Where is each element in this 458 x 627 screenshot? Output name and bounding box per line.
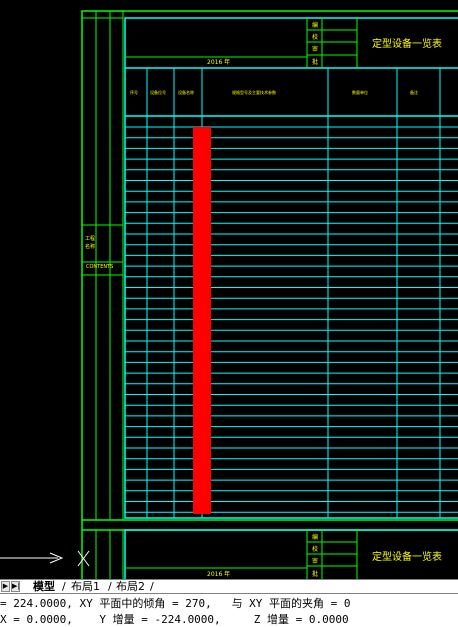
tab-separator: / bbox=[62, 580, 66, 593]
table-frame bbox=[124, 17, 458, 519]
drawing-title: 定型设备一览表 bbox=[372, 37, 442, 50]
header-row: 序号 设备位号 设备名称 规格型号及主要技术参数 数量单位 备注 bbox=[130, 89, 418, 95]
header-col-3: 设备名称 bbox=[178, 89, 194, 95]
bottom-sign-label-1: 编 bbox=[312, 533, 318, 541]
side-stamp-line-1: 工程 bbox=[85, 235, 95, 242]
bottom-year-label: 2016 年 bbox=[207, 570, 230, 578]
header-col-1: 序号 bbox=[130, 89, 138, 95]
layout-tab-bar: ▶ ▶| 模型 / 布局1 / 布局2 / bbox=[0, 579, 458, 594]
tab-separator: / bbox=[108, 580, 112, 593]
header-col-4: 规格型号及主要技术参数 bbox=[232, 89, 276, 95]
table-rows bbox=[125, 126, 458, 513]
left-side-columns bbox=[82, 11, 124, 579]
tab-layout1[interactable]: 布局1 bbox=[68, 580, 103, 593]
bottom-sign-label-2: 校 bbox=[312, 545, 318, 553]
title-block bbox=[125, 18, 358, 68]
command-line-history: = 224.0000, XY 平面中的倾角 = 270, 与 XY 平面的夹角 … bbox=[0, 594, 458, 627]
header-col-5: 数量单位 bbox=[352, 89, 368, 95]
bottom-drawing-title: 定型设备一览表 bbox=[372, 550, 442, 563]
year-label: 2016 年 bbox=[207, 58, 230, 66]
first-tab-button[interactable]: ▶ bbox=[1, 581, 10, 592]
header-col-6: 备注 bbox=[410, 89, 418, 95]
sign-label-1: 编 bbox=[312, 21, 318, 29]
command-output-line-1: = 224.0000, XY 平面中的倾角 = 270, 与 XY 平面的夹角 … bbox=[0, 597, 351, 610]
title-block-text: 定型设备一览表 2016 年 编 校 审 批 bbox=[207, 21, 442, 66]
sign-label-3: 审 bbox=[312, 45, 318, 53]
tab-separator: / bbox=[150, 580, 154, 593]
side-stamp: 工程 名称 CONTENTS bbox=[85, 235, 113, 270]
side-stamp-line-2: 名称 bbox=[85, 243, 95, 250]
red-highlight-column bbox=[193, 127, 211, 514]
sign-label-2: 校 bbox=[312, 33, 318, 41]
drawing-canvas[interactable]: 工程 名称 CONTENTS 定型设备一览表 2016 年 编 校 审 批 序号… bbox=[0, 0, 458, 579]
side-stamp-label: CONTENTS bbox=[86, 264, 113, 270]
drawing-frame bbox=[81, 10, 458, 579]
crosshair-cursor-icon bbox=[77, 550, 90, 567]
bottom-title-block: 定型设备一览表 2016 年 编 校 审 批 bbox=[124, 529, 458, 579]
header-col-2: 设备位号 bbox=[150, 89, 166, 95]
ucs-arrow-icon bbox=[0, 552, 64, 564]
next-tab-button[interactable]: ▶| bbox=[11, 581, 20, 592]
tab-model[interactable]: 模型 bbox=[30, 580, 58, 593]
table-columns bbox=[146, 68, 441, 518]
sign-label-4: 批 bbox=[312, 58, 318, 66]
tab-layout2[interactable]: 布局2 bbox=[113, 580, 148, 593]
bottom-sign-label-4: 批 bbox=[312, 570, 318, 578]
command-output-line-2: X = 0.0000, Y 增量 = -224.0000, Z 增量 = 0.0… bbox=[0, 613, 349, 626]
bottom-sign-label-3: 审 bbox=[312, 557, 318, 565]
